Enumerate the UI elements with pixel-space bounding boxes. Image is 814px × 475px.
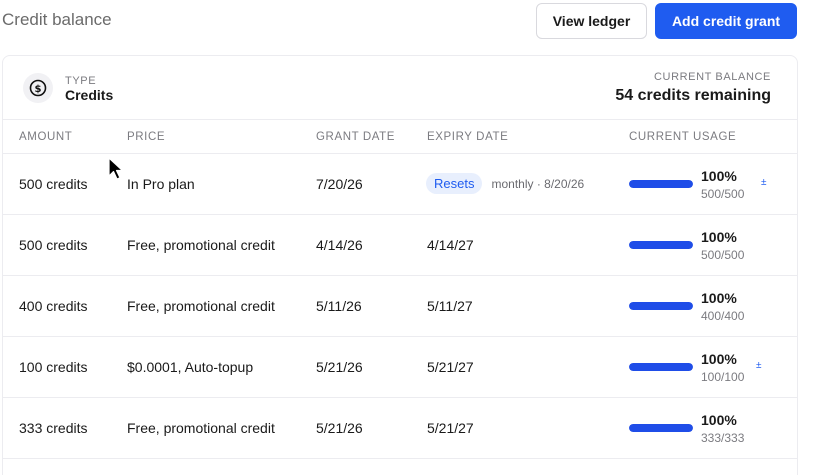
grant-date-cell: 5/21/26 [316,359,363,375]
table-header: AMOUNT PRICE GRANT DATE EXPIRY DATE CURR… [3,120,797,154]
amount-cell: 500 credits [19,176,88,192]
usage-progress-fill [629,363,693,371]
usage-ratio: 500/500 [701,248,745,262]
amount-cell: 400 credits [19,298,88,314]
table-row[interactable]: 333 credits Free, promotional credit 5/21/… [3,398,797,459]
current-balance-label: CURRENT BALANCE [654,71,771,83]
usage-percent: 100% [701,229,737,245]
expiry-date-cell: 5/21/27 [427,420,474,436]
usage-percent: 100% [701,168,737,184]
table-row[interactable]: 500 credits Free, promotional credit 4/14/… [3,215,797,276]
table-row[interactable]: 500 credits In Pro plan 7/20/26 Resets month… [3,154,797,215]
grant-date-cell: 7/20/26 [316,176,363,192]
grant-date-cell: 5/11/26 [316,298,362,314]
usage-progress-fill [629,241,693,249]
column-header-current-usage[interactable]: CURRENT USAGE [629,131,736,143]
usage-progress-bar [629,302,693,310]
adjust-icon[interactable]: ± [761,178,767,188]
resets-badge: Resets [426,173,483,194]
resets-info: Resets monthly · 8/20/26 [426,173,584,194]
type-value: Credits [65,87,114,103]
expiry-date-cell: 4/14/27 [427,237,474,253]
column-header-expiry-date[interactable]: EXPIRY DATE [427,131,508,143]
column-header-amount[interactable]: AMOUNT [19,131,72,143]
column-header-price[interactable]: PRICE [127,131,165,143]
usage-percent: 100% [701,351,737,367]
price-cell: Free, promotional credit [127,298,275,314]
usage-progress-bar [629,180,693,188]
view-ledger-button[interactable]: View ledger [536,3,647,39]
amount-cell: 100 credits [19,359,88,375]
usage-percent: 100% [701,290,737,306]
price-cell: Free, promotional credit [127,420,275,436]
card-header: $ TYPE Credits CURRENT BALANCE 54 credit… [3,56,797,120]
column-header-grant-date[interactable]: GRANT DATE [316,131,395,143]
grant-date-cell: 4/14/26 [316,237,363,253]
grant-date-cell: 5/21/26 [316,420,363,436]
usage-ratio: 100/100 [701,370,745,384]
price-cell: $0.0001, Auto-topup [127,359,254,375]
usage-progress-fill [629,424,693,432]
type-label: TYPE [65,75,97,87]
usage-progress-bar [629,363,693,371]
amount-cell: 500 credits [19,237,88,253]
usage-progress-bar [629,424,693,432]
expiry-date-cell: 5/11/27 [427,298,473,314]
usage-ratio: 400/400 [701,309,745,323]
current-balance-value: 54 credits remaining [615,87,771,104]
credit-balance-card: $ TYPE Credits CURRENT BALANCE 54 credit… [2,55,798,475]
price-cell: Free, promotional credit [127,237,275,253]
page-title: Credit balance [2,10,112,29]
add-credit-grant-button[interactable]: Add credit grant [655,3,797,39]
usage-progress-bar [629,241,693,249]
table-row[interactable]: 400 credits Free, promotional credit 5/11/… [3,276,797,337]
usage-ratio: 333/333 [701,431,745,445]
adjust-icon[interactable]: ± [756,361,762,371]
amount-cell: 333 credits [19,420,88,436]
svg-text:$: $ [35,84,42,95]
usage-percent: 100% [701,412,737,428]
price-cell: In Pro plan [127,176,195,192]
table-row[interactable]: 100 credits $0.0001, Auto-topup 5/21/26 5/2… [3,337,797,398]
dollar-circle-icon: $ [23,73,53,103]
usage-progress-fill [629,302,693,310]
usage-progress-fill [629,180,693,188]
expiry-date-cell: 5/21/27 [427,359,474,375]
resets-detail: monthly · 8/20/26 [491,176,585,191]
usage-ratio: 500/500 [701,187,745,201]
